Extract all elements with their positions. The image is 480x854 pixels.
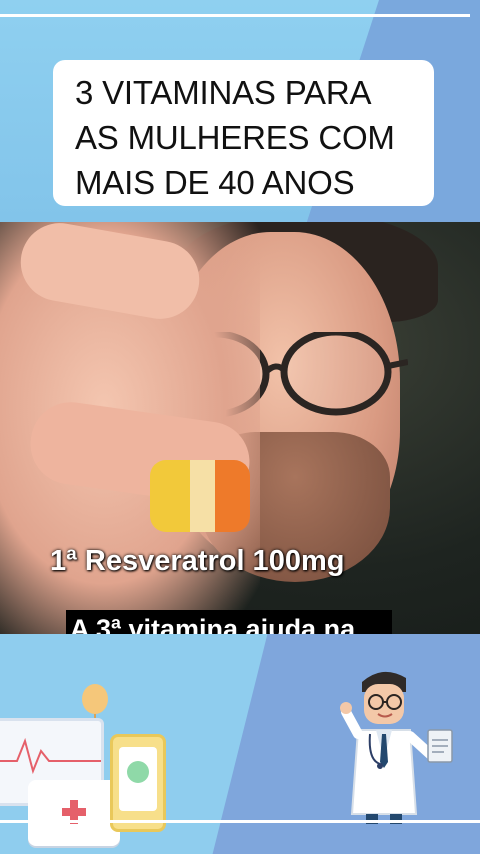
title-line-3: MAIS DE 40 ANOS bbox=[75, 164, 355, 201]
title-card: 3 VITAMINAS PARA AS MULHERES COM MAIS DE… bbox=[53, 60, 434, 206]
doctor-illustration bbox=[340, 671, 453, 824]
top-divider-line bbox=[0, 14, 470, 17]
heartbeat-line-icon bbox=[0, 737, 101, 775]
video-caption-secondary: A 3ª vitamina ajuda na bbox=[70, 614, 356, 634]
medkit-icon bbox=[28, 780, 120, 846]
medkit-cross-horizontal bbox=[62, 808, 86, 816]
supplement-capsule bbox=[150, 460, 250, 532]
phone-health-icon bbox=[110, 734, 166, 832]
title-line-1: 3 VITAMINAS PARA bbox=[75, 74, 372, 111]
bottom-divider-line bbox=[0, 820, 480, 823]
bottom-illustration bbox=[0, 634, 480, 854]
title-line-2: AS MULHERES COM bbox=[75, 119, 395, 156]
video-caption-secondary-box: A 3ª vitamina ajuda na bbox=[66, 610, 392, 634]
video-frame[interactable]: 1ª Resveratrol 100mg A 3ª vitamina ajuda… bbox=[0, 222, 480, 634]
video-caption-primary: 1ª Resveratrol 100mg bbox=[50, 545, 345, 577]
health-plus-icon bbox=[127, 761, 149, 783]
balloon-icon bbox=[82, 684, 108, 714]
top-banner: 3 VITAMINAS PARA AS MULHERES COM MAIS DE… bbox=[0, 0, 480, 222]
